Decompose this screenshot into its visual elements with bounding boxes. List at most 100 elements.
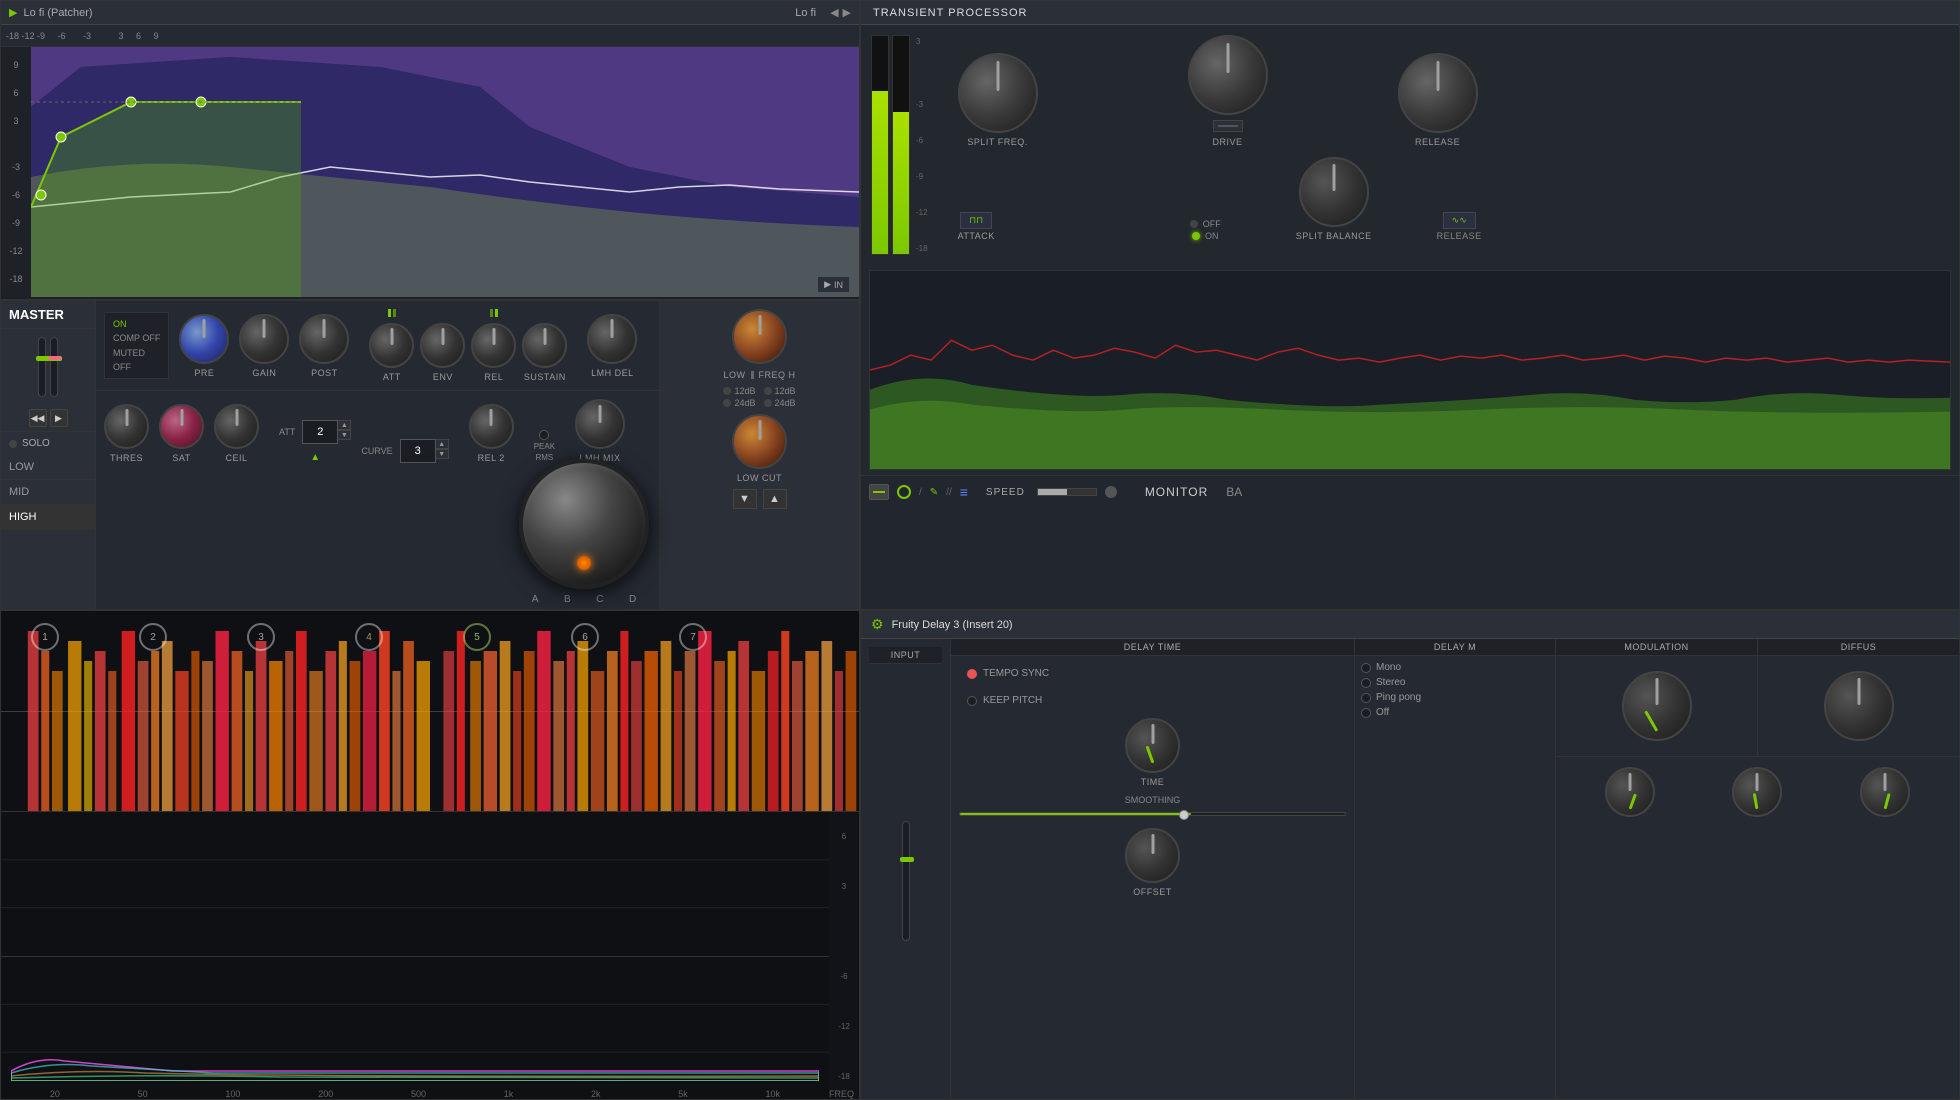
stereo-option[interactable]: Stereo — [1361, 677, 1549, 688]
db24-led-2[interactable] — [764, 399, 772, 407]
split-balance-knob[interactable] — [1299, 157, 1369, 227]
ceil-knob[interactable] — [214, 404, 259, 449]
pre-label: PRE — [194, 368, 214, 378]
sat-knob[interactable] — [159, 404, 204, 449]
release-right-knob-group: RELEASE — [1398, 53, 1478, 147]
speed-label-container: SPEED — [986, 486, 1025, 498]
ping-pong-option[interactable]: Ping pong — [1361, 692, 1549, 703]
db12-led-2[interactable] — [764, 387, 772, 395]
time-knob[interactable] — [1125, 718, 1180, 773]
rel2-label: REL 2 — [478, 453, 505, 463]
curve-up[interactable]: ▲ — [435, 439, 449, 449]
post-knob[interactable] — [299, 314, 349, 364]
master-slider-2[interactable] — [50, 337, 58, 397]
pre-knob[interactable] — [179, 314, 229, 364]
spectrum-analyzer: 6 3 -6 -12 -18 20 50 100 200 5 — [1, 811, 859, 1100]
piano-num-4: 4 — [355, 623, 383, 651]
curve-value: 3 — [415, 445, 421, 457]
att-knob[interactable] — [369, 323, 414, 368]
att-up[interactable]: ▲ — [337, 420, 351, 430]
db-scale-6: 6 — [842, 832, 846, 841]
split-freq-knob[interactable] — [958, 53, 1038, 133]
piano-roll-display[interactable]: 1 2 3 4 5 6 7 — [1, 611, 859, 811]
offset-knob[interactable] — [1125, 828, 1180, 883]
tool-btn-2[interactable] — [897, 485, 911, 499]
abcd-d: D — [629, 594, 636, 605]
off-option[interactable]: Off — [1361, 707, 1549, 718]
freq-label: FREQ — [759, 370, 786, 380]
delay-m-header: DELAY M — [1355, 639, 1555, 656]
thres-knob[interactable] — [104, 404, 149, 449]
extra-knob-1[interactable] — [1605, 767, 1655, 817]
attack-shape-btn[interactable]: ⊓⊓ — [960, 212, 992, 229]
play-btn[interactable]: ▶ — [50, 409, 68, 427]
att-value-input[interactable]: 2 — [302, 420, 338, 444]
release-right-label: RELEASE — [1415, 137, 1460, 147]
speed-knob[interactable] — [1105, 486, 1117, 498]
delay-knob-extra-3 — [1860, 767, 1910, 817]
tool-btn-1[interactable] — [869, 484, 889, 500]
extra-knob-2[interactable] — [1732, 767, 1782, 817]
smoothing-slider-container — [959, 808, 1346, 820]
prev-btn[interactable]: ◀◀ — [29, 409, 47, 427]
release-right-knob[interactable] — [1398, 53, 1478, 133]
nav-prev[interactable]: ◀ — [830, 6, 838, 19]
band-mid-btn[interactable]: MID — [1, 480, 95, 505]
off-option-label: Off — [1376, 707, 1389, 718]
low-cut-down[interactable]: ▼ — [733, 489, 757, 509]
low-knob[interactable] — [732, 309, 787, 364]
db12-label-2: 12dB — [775, 386, 796, 396]
tool-btn-3[interactable]: ✎ — [930, 487, 938, 498]
db12-led-1[interactable] — [723, 387, 731, 395]
peak-rms-led[interactable] — [539, 430, 549, 440]
sat-label: SAT — [172, 453, 190, 463]
diffus-header: DIFFUS — [1758, 639, 1959, 656]
curve-value-input[interactable]: 3 — [400, 439, 436, 463]
mono-label: Mono — [1376, 662, 1401, 673]
off-led[interactable] — [1190, 220, 1198, 228]
freq-5k: 5k — [678, 1089, 688, 1099]
piano-num-6: 6 — [571, 623, 599, 651]
input-fader-track[interactable] — [902, 821, 910, 941]
curve-down[interactable]: ▼ — [435, 449, 449, 459]
extra-knob-3[interactable] — [1860, 767, 1910, 817]
smoothing-slider-track[interactable] — [959, 812, 1346, 816]
lmh-del-knob[interactable] — [587, 314, 637, 364]
mono-option[interactable]: Mono — [1361, 662, 1549, 673]
y-label-n12: -12 — [9, 246, 22, 256]
sustain-knob[interactable] — [522, 323, 567, 368]
piano-num-5: 5 — [463, 623, 491, 651]
rel-knob[interactable] — [471, 323, 516, 368]
drive-knob[interactable] — [1188, 35, 1268, 115]
gain-knob[interactable] — [239, 314, 289, 364]
abcd-big-knob[interactable] — [519, 459, 649, 589]
ba-label-container: BA — [1226, 485, 1242, 499]
muted-text: MUTED — [113, 346, 160, 360]
band-low-btn[interactable]: LOW — [1, 455, 95, 480]
solo-led[interactable] — [9, 440, 17, 448]
release-shape-btn[interactable]: ∿∿ — [1443, 212, 1476, 229]
band-high-btn[interactable]: HIGH — [1, 505, 95, 530]
on-led[interactable] — [1192, 232, 1200, 240]
y-label-n18: -18 — [9, 274, 22, 284]
master-slider[interactable] — [38, 337, 46, 397]
tempo-sync-radio[interactable] — [967, 669, 977, 679]
diffusion-knob[interactable] — [1824, 671, 1894, 741]
rel2-knob[interactable] — [469, 404, 514, 449]
low-cut-up[interactable]: ▲ — [763, 489, 787, 509]
att-down[interactable]: ▼ — [337, 430, 351, 440]
tool-btn-4[interactable]: ≡ — [960, 484, 968, 500]
attack-label: ATTACK — [958, 231, 995, 241]
att-label: ATT — [383, 372, 401, 382]
keep-pitch-radio[interactable] — [967, 696, 977, 706]
nav-next[interactable]: ▶ — [843, 6, 851, 19]
monitor-label-container: MONITOR — [1145, 485, 1208, 499]
db24-led-1[interactable] — [723, 399, 731, 407]
lmh-mix-knob[interactable] — [575, 399, 625, 449]
modulation-knob[interactable] — [1622, 671, 1692, 741]
env-knob[interactable] — [420, 323, 465, 368]
play-in-icon[interactable]: ▶ — [824, 279, 831, 290]
low-cut-knob[interactable] — [732, 414, 787, 469]
db24-label-2: 24dB — [775, 398, 796, 408]
solo-label: SOLO — [22, 438, 50, 449]
